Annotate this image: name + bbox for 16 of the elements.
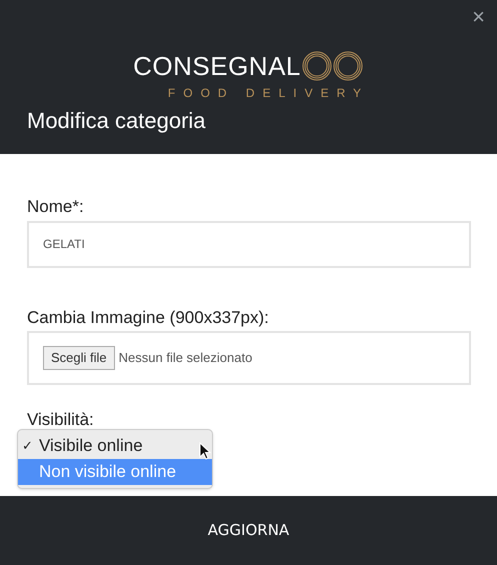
name-input[interactable]: GELATI (27, 220, 471, 268)
file-input[interactable]: Scegli file Nessun file selezionato (27, 331, 471, 385)
logo-rings-icon (302, 50, 364, 82)
field-label: Nome*: (27, 196, 85, 218)
choose-file-button[interactable]: Scegli file (43, 346, 115, 370)
field-label: Cambia Immagine (900x337px): (27, 306, 270, 328)
close-button[interactable]: × (472, 6, 485, 28)
file-status: Nessun file selezionato (118, 349, 252, 368)
menu-option[interactable]: ✓ Visibile online (18, 433, 212, 459)
logo-wordmark: CONSEGNAL (133, 53, 301, 79)
logo-tagline: FOOD DELIVERY (168, 85, 370, 102)
check-icon: ✓ (22, 436, 39, 456)
cursor-icon (199, 442, 211, 460)
modal-title: Modifica categoria (27, 107, 207, 135)
update-button[interactable]: AGGIORNA (208, 519, 290, 542)
field-label: Visibilità: (27, 409, 95, 431)
